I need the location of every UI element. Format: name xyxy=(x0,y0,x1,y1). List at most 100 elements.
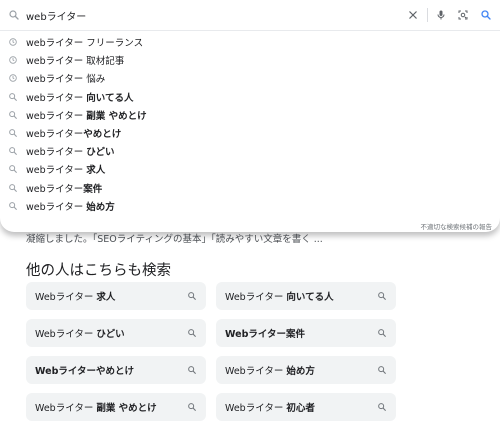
result-snippet: 凝縮しました。「SEOライティングの基本」「読みやすい文章を書く ... xyxy=(26,234,323,245)
people-also-search-grid: Webライター 求人 Webライター 向いてる人 Webライター ひどい Webライタ… xyxy=(26,282,398,421)
suggestion-text: webライター フリーランス xyxy=(26,35,143,49)
suggestion-prefix: webライター xyxy=(26,38,87,50)
chip-label: Webライター 副業 やめとけ xyxy=(35,400,157,414)
suggestion-text: webライター 取材記事 xyxy=(26,53,124,67)
chip-label: Webライター案件 xyxy=(225,326,305,340)
chip-bold: 始め方 xyxy=(286,366,315,377)
suggestion-text: webライター案件 xyxy=(26,181,102,195)
report-suggestions-link[interactable]: 不適切な検索候補の報告 xyxy=(421,221,493,231)
search-icon xyxy=(378,292,386,300)
search-bar[interactable]: webライター xyxy=(0,0,500,30)
history-icon xyxy=(9,56,17,64)
suggestion-plain: 悩み xyxy=(86,74,106,86)
suggestion-text: webライター 悩み xyxy=(26,71,105,85)
related-search-chip[interactable]: Webライター ひどい xyxy=(26,319,206,347)
chip-label: Webライター 初心者 xyxy=(225,400,315,414)
related-search-chip[interactable]: Webライター 初心者 xyxy=(216,393,396,421)
suggestion-bold: ひどい xyxy=(86,147,115,159)
chip-prefix: Webライター xyxy=(35,292,97,303)
suggestion-prefix: webライター xyxy=(26,110,87,122)
chip-bold: 求人 xyxy=(96,292,116,303)
suggestion-bold: 副業 やめとけ xyxy=(86,110,147,122)
people-also-search-title: 他の人はこちらも検索 xyxy=(26,263,171,279)
search-icon xyxy=(188,366,196,374)
related-search-chip[interactable]: Webライター 副業 やめとけ xyxy=(26,393,206,421)
suggestion-prefix: webライター xyxy=(26,201,87,213)
suggestion-bold: 案件 xyxy=(83,183,103,195)
search-icon xyxy=(9,201,17,210)
suggestion-item[interactable]: webライター 向いてる人 xyxy=(0,88,500,106)
suggestion-bold: 始め方 xyxy=(86,201,115,213)
related-search-chip[interactable]: Webライター案件 xyxy=(216,319,396,347)
suggestion-item[interactable]: webライター 始め方 xyxy=(0,197,500,215)
suggestion-bold: 向いてる人 xyxy=(86,92,134,104)
history-icon xyxy=(9,38,17,46)
suggestion-item[interactable]: webライター案件 xyxy=(0,179,500,197)
search-icon xyxy=(378,329,386,337)
search-bar-divider xyxy=(427,8,428,22)
suggestion-item[interactable]: webライターやめとけ xyxy=(0,124,500,142)
suggestion-item[interactable]: webライター フリーランス xyxy=(0,33,500,51)
suggestion-bold: 求人 xyxy=(86,165,106,177)
microphone-icon[interactable] xyxy=(435,9,447,21)
chip-label: Webライター 向いてる人 xyxy=(225,289,334,303)
suggestion-list: webライター フリーランス webライター 取材記事 webライター 悩み webラ… xyxy=(0,33,500,215)
suggestion-prefix: webライター xyxy=(26,129,84,141)
chip-label: Webライター ひどい xyxy=(35,326,125,340)
suggestion-item[interactable]: webライター 求人 xyxy=(0,160,500,178)
suggestion-text: webライター ひどい xyxy=(26,144,115,158)
search-icon xyxy=(9,165,17,174)
related-search-chip[interactable]: Webライター 向いてる人 xyxy=(216,282,396,310)
suggestion-bold: やめとけ xyxy=(83,129,122,141)
clear-icon[interactable] xyxy=(407,9,419,21)
search-icon xyxy=(9,92,17,101)
search-icon xyxy=(9,183,17,192)
suggestion-text: webライター 求人 xyxy=(26,162,105,176)
chip-label: Webライター 求人 xyxy=(35,289,115,303)
suggestion-prefix: webライター xyxy=(26,147,87,159)
related-search-chip[interactable]: Webライター 始め方 xyxy=(216,356,396,384)
related-search-chip[interactable]: Webライターやめとけ xyxy=(26,356,206,384)
search-icon xyxy=(188,329,196,337)
search-input[interactable]: webライター xyxy=(26,8,86,23)
chip-prefix: Webライター xyxy=(225,403,287,414)
suggestion-prefix: webライター xyxy=(26,165,87,177)
search-icon xyxy=(188,403,196,411)
chip-bold: 向いてる人 xyxy=(286,292,334,303)
search-icon xyxy=(378,366,386,374)
chip-prefix: Webライター xyxy=(35,329,97,340)
camera-lens-icon[interactable] xyxy=(457,9,469,21)
suggestion-item[interactable]: webライター 副業 やめとけ xyxy=(0,106,500,124)
search-icon xyxy=(188,292,196,300)
suggestion-text: webライターやめとけ xyxy=(26,126,121,140)
chip-label: Webライターやめとけ xyxy=(35,363,134,377)
chip-prefix: Webライター xyxy=(225,366,287,377)
chip-bold: Webライターやめとけ xyxy=(35,366,135,377)
suggestion-prefix: webライター xyxy=(26,92,87,104)
suggestion-text: webライター 始め方 xyxy=(26,199,115,213)
suggestion-item[interactable]: webライター 悩み xyxy=(0,69,500,87)
suggestion-prefix: webライター xyxy=(26,74,87,86)
search-icon xyxy=(378,403,386,411)
chip-prefix: Webライター xyxy=(35,403,97,414)
suggestion-prefix: webライター xyxy=(26,56,87,68)
related-search-chip[interactable]: Webライター 求人 xyxy=(26,282,206,310)
history-icon xyxy=(9,74,17,83)
suggestion-item[interactable]: webライター ひどい xyxy=(0,142,500,160)
suggestion-item[interactable]: webライター 取材記事 xyxy=(0,51,500,69)
suggestion-plain: 取材記事 xyxy=(86,56,125,68)
chip-prefix: Webライター xyxy=(225,292,287,303)
search-bar-underline xyxy=(0,30,500,31)
suggestion-text: webライター 向いてる人 xyxy=(26,90,134,104)
suggestion-prefix: webライター xyxy=(26,183,84,195)
search-icon xyxy=(9,147,17,155)
suggestion-text: webライター 副業 やめとけ xyxy=(26,108,147,122)
search-submit-icon[interactable] xyxy=(480,9,492,21)
chip-label: Webライター 始め方 xyxy=(225,363,315,377)
search-suggestions-popup: webライター webライター フリーランス webライター 取材記事 webライタ… xyxy=(0,0,500,232)
chip-bold: 副業 やめとけ xyxy=(96,403,157,414)
chip-bold: 初心者 xyxy=(286,403,315,414)
chip-bold: Webライター案件 xyxy=(225,329,306,340)
search-icon xyxy=(9,10,19,20)
chip-bold: ひどい xyxy=(96,329,125,340)
